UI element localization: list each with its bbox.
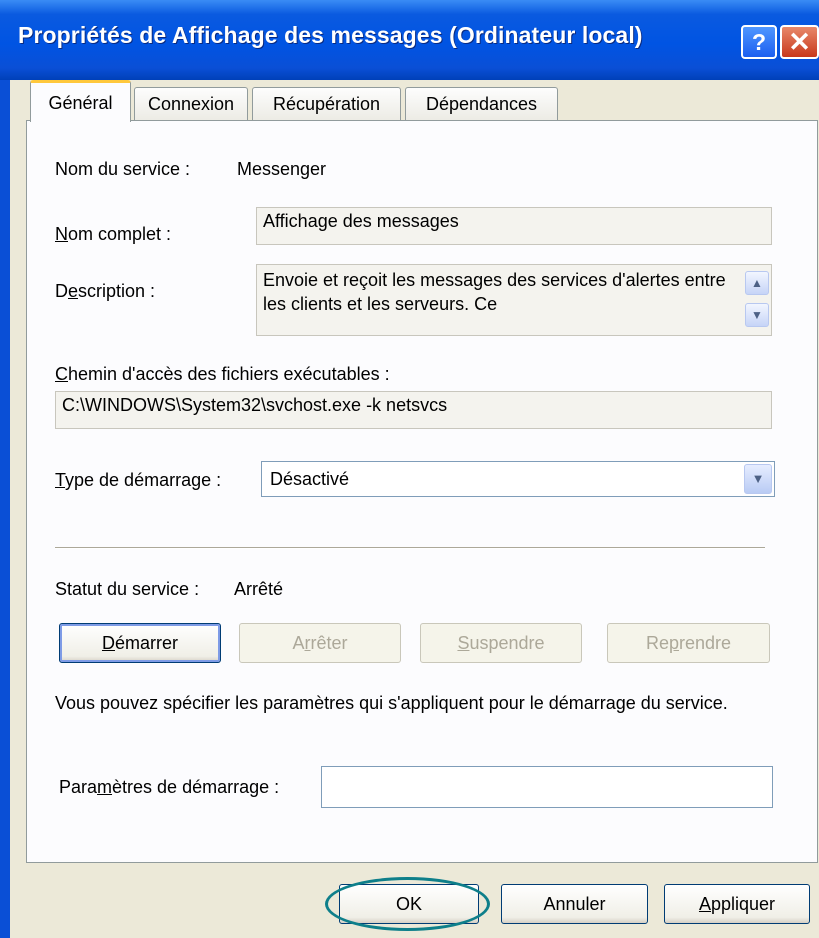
chevron-down-icon: ▼ xyxy=(751,471,765,486)
tab-recuperation-label: Récupération xyxy=(272,94,381,114)
tab-dependances-label: Dépendances xyxy=(425,94,538,114)
service-status-value: Arrêté xyxy=(234,579,284,599)
close-icon: ✕ xyxy=(788,27,811,57)
startup-type-select[interactable]: Désactivé ▼ xyxy=(261,461,775,497)
description-value: Envoie et reçoit les messages des servic… xyxy=(263,270,726,314)
help-button[interactable]: ? xyxy=(741,25,777,59)
description-scroll-down[interactable]: ▼ xyxy=(745,303,769,327)
general-tab-panel: Nom du service : Messenger Nom complet :… xyxy=(26,120,818,863)
start-service-button[interactable]: Démarrer xyxy=(59,623,221,663)
apply-button[interactable]: Appliquer xyxy=(664,884,810,924)
chevron-down-icon: ▼ xyxy=(751,308,763,322)
display-name-value: Affichage des messages xyxy=(263,211,459,231)
path-value: C:\WINDOWS\System32\svchost.exe -k netsv… xyxy=(62,395,448,415)
startup-params-label: Paramètres de démarrage : xyxy=(59,777,280,797)
service-name-value: Messenger xyxy=(237,159,327,179)
description-field[interactable]: Envoie et reçoit les messages des servic… xyxy=(256,264,772,336)
tab-dependances[interactable]: Dépendances xyxy=(405,87,558,121)
close-button[interactable]: ✕ xyxy=(780,25,819,59)
title-bar[interactable]: Propriétés de Affichage des messages (Or… xyxy=(0,0,819,80)
tab-general-label: Général xyxy=(48,93,113,113)
startup-params-input[interactable] xyxy=(321,766,773,808)
help-icon: ? xyxy=(751,29,767,55)
display-name-field[interactable]: Affichage des messages xyxy=(256,207,772,245)
description-scroll-up[interactable]: ▲ xyxy=(745,271,769,295)
cancel-button-label: Annuler xyxy=(543,894,606,914)
stop-service-button[interactable]: Arrêter xyxy=(239,623,401,663)
resume-service-button[interactable]: Reprendre xyxy=(607,623,770,663)
startup-type-value: Désactivé xyxy=(270,469,350,489)
service-status-label: Statut du service : xyxy=(55,579,200,599)
tab-recuperation[interactable]: Récupération xyxy=(252,87,401,121)
tab-connexion-label: Connexion xyxy=(147,94,235,114)
window-title: Propriétés de Affichage des messages (Or… xyxy=(18,22,643,48)
startup-type-dropdown-button[interactable]: ▼ xyxy=(744,464,772,494)
chevron-up-icon: ▲ xyxy=(751,276,763,290)
path-label: Chemin d'accès des fichiers exécutables … xyxy=(55,364,390,384)
cancel-button[interactable]: Annuler xyxy=(501,884,648,924)
ok-button-highlight xyxy=(325,877,490,931)
startup-params-help-text: Vous pouvez spécifier les paramètres qui… xyxy=(55,693,728,713)
tab-connexion[interactable]: Connexion xyxy=(134,87,248,121)
separator xyxy=(55,547,765,549)
service-name-label: Nom du service : xyxy=(55,159,191,179)
path-field[interactable]: C:\WINDOWS\System32\svchost.exe -k netsv… xyxy=(55,391,772,429)
tab-general[interactable]: Général xyxy=(30,80,131,122)
startup-type-label: Type de démarrage : xyxy=(55,470,222,490)
service-properties-dialog: Propriétés de Affichage des messages (Or… xyxy=(0,0,819,938)
pause-service-button[interactable]: Suspendre xyxy=(420,623,582,663)
display-name-label: Nom complet : xyxy=(55,224,172,244)
window-left-edge xyxy=(0,80,10,938)
description-label: Description : xyxy=(55,281,156,301)
